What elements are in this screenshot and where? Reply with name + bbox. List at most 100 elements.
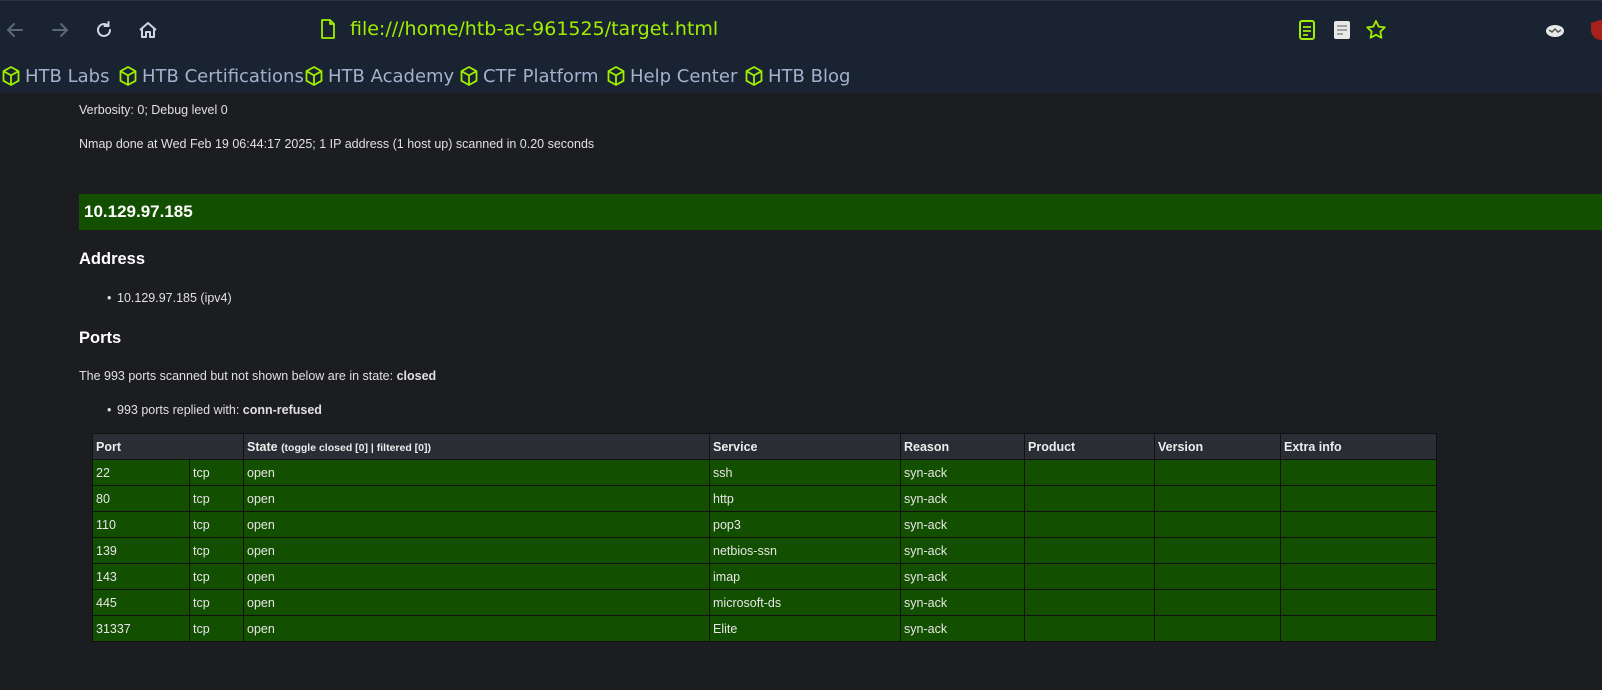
bookmark-htb-academy[interactable]: HTB Academy [305, 63, 454, 89]
address-item: 10.129.97.185 (ipv4) [107, 291, 232, 305]
version-cell [1154, 485, 1281, 512]
reason-cell: syn-ack [900, 485, 1025, 512]
cube-icon [2, 66, 20, 86]
address-heading: Address [79, 250, 146, 268]
cube-icon [607, 66, 625, 86]
extension-icon[interactable] [1543, 18, 1567, 42]
notes-extension-icon[interactable] [1330, 18, 1354, 42]
url-bar[interactable]: file:///home/htb-ac-961525/target.html [350, 18, 718, 40]
service-cell: Elite [709, 615, 901, 642]
extra-info-cell [1280, 589, 1437, 616]
extra-info-cell [1280, 511, 1437, 538]
back-button[interactable] [0, 15, 30, 45]
product-cell [1024, 485, 1155, 512]
reason-cell: syn-ack [900, 511, 1025, 538]
header-product: Product [1024, 433, 1155, 460]
bookmark-help-center[interactable]: Help Center [607, 63, 737, 89]
table-row: 139 tcp open netbios-ssn syn-ack [92, 537, 1437, 564]
port-cell: 80 [92, 485, 190, 512]
forward-button[interactable] [45, 15, 75, 45]
version-cell [1154, 537, 1281, 564]
toggle-closed-filtered-link[interactable]: (toggle closed [0] | filtered [0]) [281, 442, 431, 454]
replied-prefix: 993 ports replied with: [117, 403, 243, 417]
bookmark-label: HTB Labs [25, 65, 110, 87]
bookmark-label: HTB Certifications [142, 65, 304, 87]
arrow-left-icon [6, 23, 23, 37]
port-cell: 143 [92, 563, 190, 590]
protocol-cell: tcp [189, 563, 244, 590]
table-row: 143 tcp open imap syn-ack [92, 563, 1437, 590]
product-cell [1024, 537, 1155, 564]
reason-cell: syn-ack [900, 459, 1025, 486]
home-button[interactable] [133, 15, 163, 45]
ublock-icon[interactable] [1588, 18, 1602, 42]
port-cell: 445 [92, 589, 190, 616]
product-cell [1024, 563, 1155, 590]
extra-info-cell [1280, 563, 1437, 590]
verbosity-line: Verbosity: 0; Debug level 0 [79, 103, 228, 117]
header-port: Port [92, 433, 244, 460]
replied-line: 993 ports replied with: conn-refused [107, 403, 322, 417]
reason-cell: syn-ack [900, 615, 1025, 642]
reason-cell: syn-ack [900, 537, 1025, 564]
state-cell: open [243, 615, 710, 642]
page-content: Verbosity: 0; Debug level 0 Nmap done at… [0, 93, 1602, 690]
service-cell: pop3 [709, 511, 901, 538]
bookmark-htb-certifications[interactable]: HTB Certifications [119, 63, 304, 89]
service-cell: netbios-ssn [709, 537, 901, 564]
bookmark-htb-blog[interactable]: HTB Blog [745, 63, 850, 89]
host-title: 10.129.97.185 [84, 202, 193, 221]
version-cell [1154, 459, 1281, 486]
closed-ports-line: The 993 ports scanned but not shown belo… [79, 369, 436, 383]
table-row: 31337 tcp open Elite syn-ack [92, 615, 1437, 642]
state-cell: open [243, 511, 710, 538]
header-service: Service [709, 433, 901, 460]
cube-icon [460, 66, 478, 86]
replied-reason: conn-refused [242, 403, 322, 417]
reload-button[interactable] [89, 15, 119, 45]
ports-heading: Ports [79, 329, 122, 347]
bookmark-ctf-platform[interactable]: CTF Platform [460, 63, 599, 89]
reason-cell: syn-ack [900, 563, 1025, 590]
protocol-cell: tcp [189, 615, 244, 642]
bookmark-label: CTF Platform [483, 65, 599, 87]
closed-ports-prefix: The 993 ports scanned but not shown belo… [79, 369, 397, 383]
port-cell: 139 [92, 537, 190, 564]
product-cell [1024, 589, 1155, 616]
service-cell: http [709, 485, 901, 512]
table-header-row: Port State (toggle closed [0] | filtered… [92, 433, 1437, 460]
bookmark-label: Help Center [630, 65, 738, 87]
service-cell: imap [709, 563, 901, 590]
service-cell: ssh [709, 459, 901, 486]
table-row: 110 tcp open pop3 syn-ack [92, 511, 1437, 538]
closed-state: closed [396, 369, 437, 383]
protocol-cell: tcp [189, 589, 244, 616]
port-cell: 31337 [92, 615, 190, 642]
cube-icon [305, 66, 323, 86]
version-cell [1154, 615, 1281, 642]
browser-toolbar: file:///home/htb-ac-961525/target.html [0, 0, 1602, 60]
bookmark-htb-labs[interactable]: HTB Labs [2, 63, 109, 89]
extra-info-cell [1280, 537, 1437, 564]
extra-info-cell [1280, 485, 1437, 512]
product-cell [1024, 511, 1155, 538]
header-extra-info: Extra info [1280, 433, 1437, 460]
bookmark-label: HTB Blog [768, 65, 851, 87]
header-state: State (toggle closed [0] | filtered [0]) [243, 433, 710, 460]
service-cell: microsoft-ds [709, 589, 901, 616]
bookmark-label: HTB Academy [328, 65, 455, 87]
protocol-cell: tcp [189, 459, 244, 486]
product-cell [1024, 615, 1155, 642]
reason-cell: syn-ack [900, 589, 1025, 616]
protocol-cell: tcp [189, 537, 244, 564]
ports-table: Port State (toggle closed [0] | filtered… [92, 433, 1437, 642]
header-version: Version [1154, 433, 1281, 460]
bookmark-star-icon[interactable] [1364, 18, 1388, 42]
state-cell: open [243, 459, 710, 486]
table-row: 445 tcp open microsoft-ds syn-ack [92, 589, 1437, 616]
reader-view-icon[interactable] [1295, 18, 1319, 42]
bookmarks-bar: HTB Labs HTB Certifications HTB Academy … [0, 60, 1602, 93]
extra-info-cell [1280, 615, 1437, 642]
state-cell: open [243, 589, 710, 616]
table-row: 80 tcp open http syn-ack [92, 485, 1437, 512]
